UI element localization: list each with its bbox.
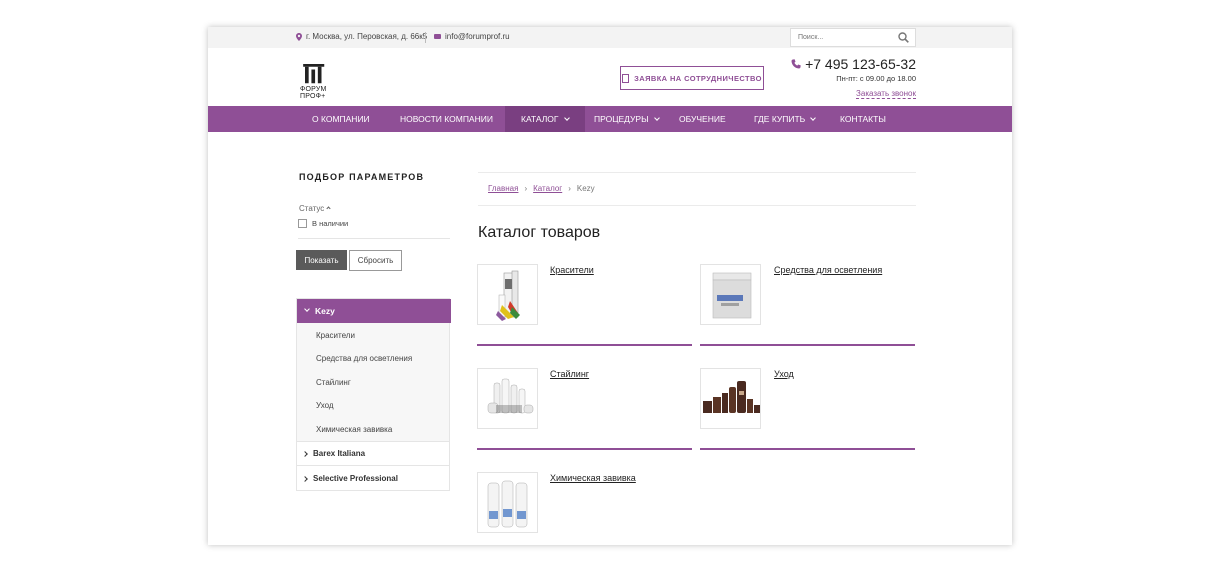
product-image-lightening[interactable] [700,264,761,325]
search-box [790,28,916,47]
product-title-perm[interactable]: Химическая завивка [550,473,636,483]
phone[interactable]: +7 495 123-65-32 [791,56,916,72]
category-selective-label: Selective Professional [313,474,398,483]
working-hours: Пн-пт: с 09.00 до 18.00 [836,74,916,83]
card-divider [700,448,915,450]
logo-text: ФОРУМ ПРОФ+ [300,86,327,100]
email[interactable]: info@forumprof.ru [434,32,510,41]
location-pin-icon [296,32,302,41]
styling-products-image [487,378,534,414]
phone-icon [791,59,801,69]
search-icon[interactable] [898,32,909,43]
product-image-perm[interactable] [477,472,538,533]
chevron-down-icon [810,115,817,121]
page-title: Каталог товаров [478,224,601,241]
nav-label: Каталог [521,114,559,124]
address-text: г. Москва, ул. Перовская, д. 66к5 [306,32,428,41]
nav-item-catalog[interactable]: Каталог [505,106,585,132]
product-image-styling[interactable] [477,368,538,429]
lightening-product-image [712,272,752,319]
nav-item-news[interactable]: Новости компании [400,106,493,132]
breadcrumb-catalog[interactable]: Каталог [533,184,562,193]
top-bar: г. Москва, ул. Перовская, д. 66к5 info@f… [208,27,1012,48]
nav-label: Где купить [754,114,806,124]
nav-label: Обучение [679,114,726,124]
category-barex-label: Barex Italiana [313,449,366,458]
category-barex[interactable]: Barex Italiana [302,449,366,458]
category-selective[interactable]: Selective Professional [302,474,398,483]
search-input[interactable] [791,29,895,46]
product-title-dyes[interactable]: Красители [550,265,594,275]
phone-number[interactable]: +7 495 123-65-32 [805,56,916,72]
show-button[interactable]: Показать [296,250,347,270]
divider [478,172,916,173]
category-kezy[interactable]: Kezy [297,299,451,323]
main-nav: О компании Новости компании Каталог Проц… [208,106,1012,132]
chevron-down-icon [653,115,660,121]
nav-label: Новости компании [400,114,493,124]
breadcrumb-home[interactable]: Главная [488,184,518,193]
nav-item-procedures[interactable]: Процедуры [594,106,660,132]
product-title-lightening[interactable]: Средства для осветления [774,265,882,275]
divider [478,205,916,206]
subcategory-lightening[interactable]: Средства для осветления [316,354,412,363]
divider [298,238,450,239]
divider [297,441,449,442]
chevron-right-icon [302,450,308,457]
product-image-dyes[interactable] [477,264,538,325]
page-frame: г. Москва, ул. Перовская, д. 66к5 info@f… [208,27,1012,545]
nav-label: Процедуры [594,114,649,124]
cooperation-button-label: ЗАЯВКА НА СОТРУДНИЧЕСТВО [634,73,762,83]
breadcrumb: Главная › Каталог › Kezy [488,184,595,193]
address: г. Москва, ул. Перовская, д. 66к5 [296,32,427,41]
nav-label: О компании [312,114,370,124]
email-text[interactable]: info@forumprof.ru [445,32,510,41]
perm-products-image [487,480,528,528]
in-stock-checkbox[interactable] [298,219,307,228]
category-tree: Kezy Красители Средства для осветления С… [296,298,451,491]
nav-label: Контакты [840,114,886,124]
divider [297,465,449,466]
product-image-care[interactable] [700,368,761,429]
in-stock-label: В наличии [312,219,349,228]
logo-icon[interactable] [300,64,332,86]
nav-item-education[interactable]: Обучение [679,106,726,132]
chevron-right-icon [302,475,308,482]
logo-line-1: ФОРУМ [300,86,327,93]
chevron-up-icon [326,206,331,211]
card-divider [477,448,692,450]
nav-item-where-to-buy[interactable]: Где купить [754,106,817,132]
category-kezy-label: Kezy [315,306,335,316]
subcategory-styling[interactable]: Стайлинг [316,378,351,387]
card-divider [700,344,915,346]
logo-line-2: ПРОФ+ [300,93,326,100]
status-label: Статус [299,204,325,213]
document-icon [622,73,630,83]
product-title-care[interactable]: Уход [774,369,794,379]
product-title-styling[interactable]: Стайлинг [550,369,589,379]
breadcrumb-separator: › [524,184,528,193]
breadcrumb-separator: › [568,184,571,193]
dye-products-image [496,270,520,321]
cooperation-button[interactable]: ЗАЯВКА НА СОТРУДНИЧЕСТВО [620,66,764,90]
subcategory-care[interactable]: Уход [316,401,334,410]
subcategory-perm[interactable]: Химическая завивка [316,425,392,434]
in-stock-filter[interactable]: В наличии [298,219,348,228]
envelope-icon [434,34,441,39]
nav-item-about[interactable]: О компании [312,106,370,132]
breadcrumb-current: Kezy [576,184,595,193]
reset-button[interactable]: Сбросить [349,250,402,271]
chevron-down-icon [563,115,570,121]
topbar-divider [425,32,426,43]
subcategory-dyes[interactable]: Красители [316,331,355,340]
callback-link[interactable]: Заказать звонок [856,89,916,99]
nav-item-contacts[interactable]: Контакты [840,106,886,132]
card-divider [477,344,692,346]
filter-title: ПОДБОР ПАРАМЕТРОВ [299,172,425,182]
status-toggle[interactable]: Статус [299,204,331,213]
care-products-image [703,381,760,413]
chevron-down-icon [304,306,310,312]
contact-block: +7 495 123-65-32 Пн-пт: с 09.00 до 18.00… [791,56,916,101]
category-subitems: Красители Средства для осветления Стайли… [297,323,449,441]
